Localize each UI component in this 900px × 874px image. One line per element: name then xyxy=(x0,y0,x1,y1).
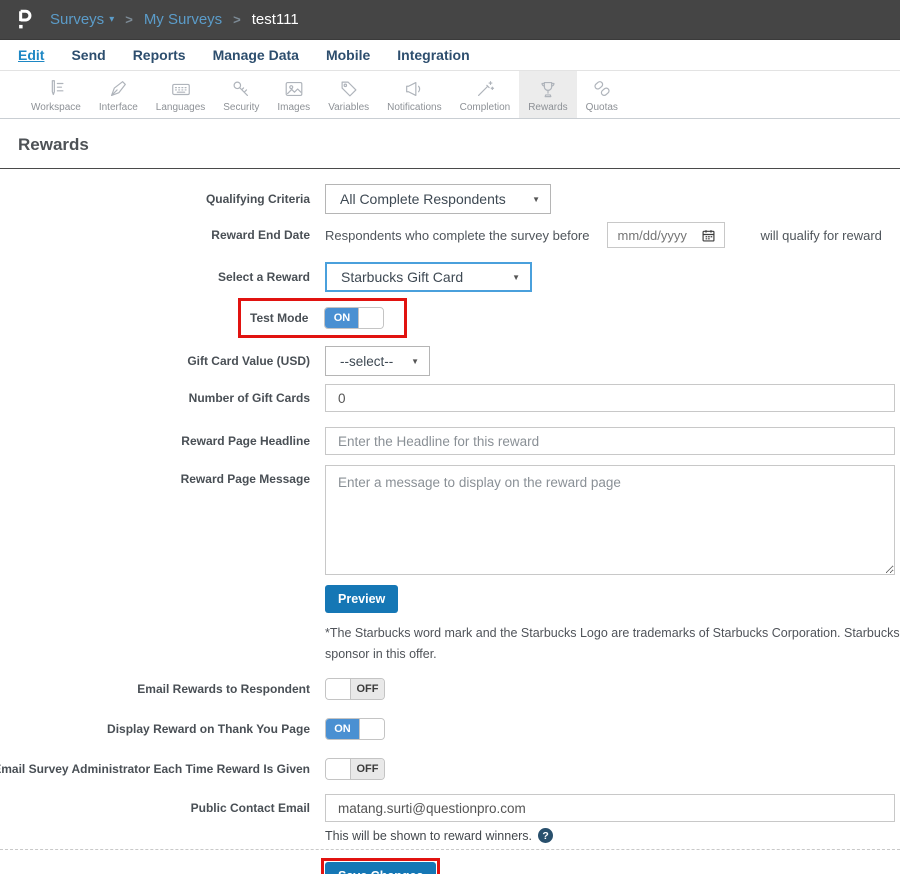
edit-section-toolbar: Workspace Interface Languages Security I… xyxy=(0,71,900,119)
key-icon xyxy=(233,81,249,96)
toggle-knob xyxy=(358,308,384,328)
main-nav-tabs: Edit Send Reports Manage Data Mobile Int… xyxy=(0,40,900,71)
breadcrumb-separator-icon: > xyxy=(233,12,241,27)
reward-end-date-input-wrap xyxy=(606,222,725,248)
email-rewards-row: Email Rewards to Respondent OFF xyxy=(0,678,900,701)
tab-send[interactable]: Send xyxy=(71,47,105,63)
email-admin-row: Email Survey Administrator Each Time Rew… xyxy=(0,758,900,781)
test-mode-label: Test Mode xyxy=(250,311,309,325)
reward-page-headline-input[interactable] xyxy=(325,427,895,455)
breadcrumb-my-surveys[interactable]: My Surveys xyxy=(144,11,222,28)
breadcrumb-current-survey: test111 xyxy=(251,11,299,28)
email-rewards-toggle[interactable]: OFF xyxy=(325,678,385,701)
reward-end-date-row: Reward End Date Respondents who complete… xyxy=(0,222,900,248)
tab-reports[interactable]: Reports xyxy=(133,47,186,63)
trophy-icon xyxy=(541,81,555,97)
display-reward-label: Display Reward on Thank You Page xyxy=(107,722,310,737)
keyboard-icon xyxy=(171,83,190,95)
image-icon xyxy=(285,81,303,96)
tab-integration[interactable]: Integration xyxy=(397,47,469,63)
chevron-down-icon: ▼ xyxy=(532,194,540,204)
number-of-gift-cards-row: Number of Gift Cards xyxy=(0,384,900,412)
test-mode-toggle[interactable]: ON xyxy=(324,307,385,329)
help-icon[interactable]: ? xyxy=(538,828,554,844)
rewards-form: Qualifying Criteria All Complete Respond… xyxy=(0,169,900,874)
display-reward-toggle[interactable]: ON xyxy=(325,718,385,741)
calendar-icon[interactable] xyxy=(701,228,716,243)
reward-end-date-label: Reward End Date xyxy=(211,228,310,242)
toolbar-item-images[interactable]: Images xyxy=(268,71,319,118)
megaphone-icon xyxy=(406,81,421,96)
public-contact-email-input[interactable] xyxy=(325,794,895,823)
tab-mobile[interactable]: Mobile xyxy=(326,47,370,63)
gift-card-value-label: Gift Card Value (USD) xyxy=(187,354,310,368)
email-admin-toggle[interactable]: OFF xyxy=(325,758,385,781)
toolbar-item-rewards[interactable]: Rewards xyxy=(519,71,577,118)
test-mode-annotation-box: Test Mode ON xyxy=(238,298,408,338)
reward-page-headline-label: Reward Page Headline xyxy=(181,434,310,448)
reward-page-headline-row: Reward Page Headline xyxy=(0,427,900,455)
toggle-knob xyxy=(326,759,351,780)
breadcrumb-surveys[interactable]: Surveys xyxy=(50,11,104,28)
pencil-list-icon xyxy=(51,79,64,95)
save-changes-button[interactable]: Save Changes xyxy=(325,862,437,874)
gift-card-value-row: Gift Card Value (USD) --select-- ▼ xyxy=(0,346,900,376)
toggle-knob xyxy=(326,679,351,700)
reward-end-date-prefix-text: Respondents who complete the survey befo… xyxy=(325,227,590,243)
reward-page-message-textarea[interactable] xyxy=(325,465,895,575)
email-rewards-label: Email Rewards to Respondent xyxy=(137,682,310,697)
questionpro-logo-icon[interactable] xyxy=(14,8,36,32)
starbucks-disclaimer-text: *The Starbucks word mark and the Starbuc… xyxy=(325,626,900,661)
top-header-bar: Surveys ▾ > My Surveys > test111 xyxy=(0,0,900,40)
magic-wand-icon xyxy=(477,80,495,96)
disclaimer-row: *The Starbucks word mark and the Starbuc… xyxy=(0,623,900,664)
chain-links-icon xyxy=(594,80,610,96)
tab-edit[interactable]: Edit xyxy=(18,47,44,63)
tag-icon xyxy=(341,81,357,96)
public-contact-email-row: Public Contact Email This will be shown … xyxy=(0,794,900,844)
chevron-down-icon[interactable]: ▾ xyxy=(109,14,114,25)
chevron-down-icon: ▼ xyxy=(411,356,419,366)
toolbar-item-workspace[interactable]: Workspace xyxy=(22,71,90,118)
save-annotation-box: Save Changes xyxy=(321,858,441,874)
select-reward-label: Select a Reward xyxy=(217,270,310,284)
preview-row: Preview xyxy=(0,585,900,613)
number-of-gift-cards-label: Number of Gift Cards xyxy=(188,391,310,405)
test-mode-row: Test Mode ON xyxy=(0,298,900,338)
toolbar-item-interface[interactable]: Interface xyxy=(90,71,147,118)
reward-end-date-suffix-text: will qualify for reward xyxy=(760,227,882,243)
tab-manage-data[interactable]: Manage Data xyxy=(213,47,299,63)
toolbar-item-variables[interactable]: Variables xyxy=(319,71,378,118)
select-reward-select[interactable]: Starbucks Gift Card ▼ xyxy=(325,262,532,292)
breadcrumb-separator-icon: > xyxy=(125,12,133,27)
number-of-gift-cards-input[interactable] xyxy=(325,384,895,412)
chevron-down-icon: ▼ xyxy=(512,272,520,282)
pen-icon xyxy=(111,80,127,96)
qualifying-criteria-select[interactable]: All Complete Respondents ▼ xyxy=(325,184,551,214)
display-reward-row: Display Reward on Thank You Page ON xyxy=(0,718,900,741)
qualifying-criteria-label: Qualifying Criteria xyxy=(205,192,310,206)
save-section: Save Changes xyxy=(0,849,900,874)
toolbar-item-security[interactable]: Security xyxy=(214,71,268,118)
toolbar-item-notifications[interactable]: Notifications xyxy=(378,71,450,118)
email-admin-label: Email Survey Administrator Each Time Rew… xyxy=(0,762,310,777)
reward-page-message-row: Reward Page Message xyxy=(0,465,900,580)
public-contact-email-helper: This will be shown to reward winners. ? xyxy=(325,828,900,844)
preview-button[interactable]: Preview xyxy=(325,585,399,613)
qualifying-criteria-row: Qualifying Criteria All Complete Respond… xyxy=(0,184,900,214)
toolbar-item-completion[interactable]: Completion xyxy=(451,71,520,118)
reward-end-date-input[interactable] xyxy=(617,227,696,243)
reward-page-message-label: Reward Page Message xyxy=(180,472,310,486)
toolbar-item-languages[interactable]: Languages xyxy=(147,71,215,118)
page-title: Rewards xyxy=(18,135,89,154)
select-reward-row: Select a Reward Starbucks Gift Card ▼ xyxy=(0,262,900,292)
toolbar-item-quotas[interactable]: Quotas xyxy=(577,71,627,118)
gift-card-value-select[interactable]: --select-- ▼ xyxy=(325,346,430,376)
public-contact-email-label: Public Contact Email xyxy=(190,801,310,816)
toggle-knob xyxy=(359,719,384,740)
